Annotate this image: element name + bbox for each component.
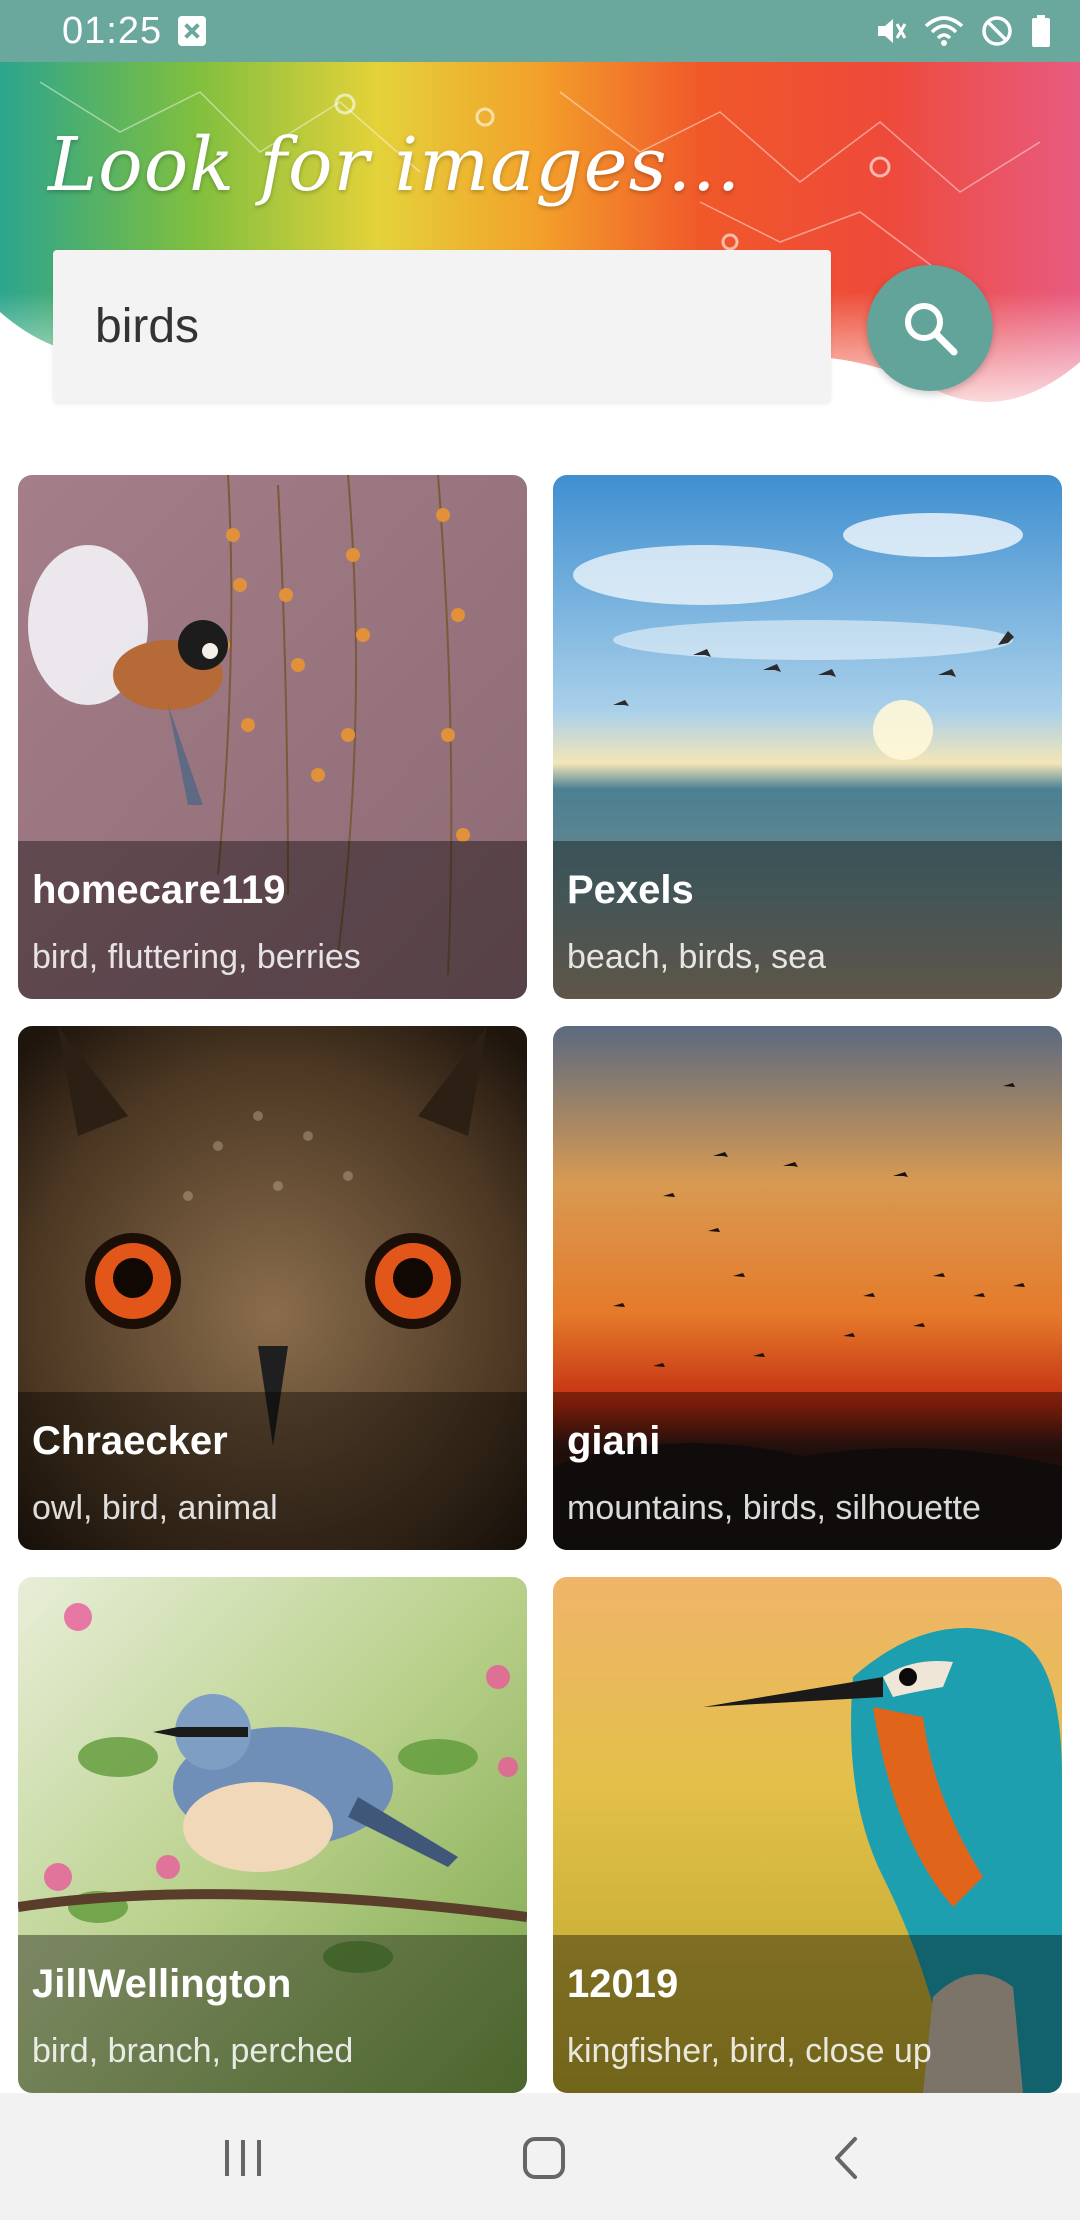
mute-icon [874,14,908,48]
back-button[interactable] [796,2123,896,2193]
recents-button[interactable] [193,2123,293,2193]
search-input[interactable] [53,250,831,402]
status-time: 01:25 [62,10,163,52]
card-username: Chraecker [32,1419,228,1463]
card-tags: kingfisher, bird, close up [567,2032,932,2070]
card-tags: bird, branch, perched [32,2032,354,2070]
app-screen: 01:25 Look for images... birds homecare1… [0,0,1080,2220]
system-nav-bar [0,2093,1080,2220]
card-username: homecare119 [32,868,286,912]
status-bar: 01:25 [0,0,1080,62]
battery-icon [1030,14,1052,48]
result-card[interactable]: 12019 kingfisher, bird, close up [553,1577,1062,2093]
do-not-disturb-icon [980,14,1014,48]
card-tags: beach, birds, sea [567,938,826,976]
notification-icon [178,16,206,46]
result-card[interactable]: Chraecker owl, bird, animal [18,1026,527,1550]
card-tags: bird, fluttering, berries [32,938,361,976]
home-button[interactable] [494,2123,594,2193]
status-icons [874,12,1052,50]
wifi-icon [924,14,964,48]
result-card[interactable]: homecare119 bird, fluttering, berries [18,475,527,999]
search-button[interactable] [867,265,993,391]
recents-icon [225,2140,261,2176]
card-username: JillWellington [32,1962,292,2006]
result-card[interactable]: giani mountains, birds, silhouette [553,1026,1062,1550]
back-icon [835,2137,857,2179]
home-icon [523,2137,565,2179]
card-tags: owl, bird, animal [32,1489,278,1527]
card-username: Pexels [567,868,694,912]
card-username: 12019 [567,1962,679,2006]
card-tags: mountains, birds, silhouette [567,1489,981,1527]
page-title: Look for images... [48,122,742,208]
card-username: giani [567,1419,661,1463]
result-card[interactable]: Pexels beach, birds, sea [553,475,1062,999]
result-card[interactable]: JillWellington bird, branch, perched [18,1577,527,2093]
header-banner: Look for images... [0,62,1080,432]
search-icon [905,303,958,356]
